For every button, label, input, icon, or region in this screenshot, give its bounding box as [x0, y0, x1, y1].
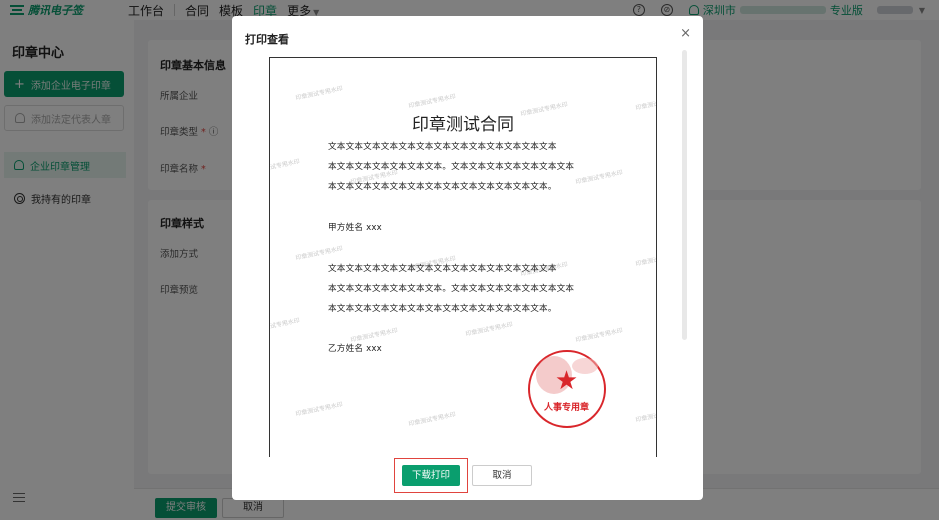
download-highlight-box: 下载打印 — [394, 458, 468, 493]
contract-document: 印章测试专用水印 印章测试专用水印 印章测试专用水印 印章测试专用水印 印章测试… — [269, 57, 657, 457]
watermark: 印章测试专用水印 — [408, 93, 457, 110]
watermark: 印章测试专用水印 — [465, 321, 514, 338]
document-text-line: 本文本文本文本文本文本文本文本文本文本文本文本文本。 — [328, 182, 557, 192]
watermark: 印章测试专用水印 — [269, 317, 301, 334]
star-icon: ★ — [554, 366, 579, 396]
watermark: 印章测试专用水印 — [295, 85, 344, 102]
watermark: 印章测试专用水印 — [635, 251, 657, 268]
watermark: 印章测试专用水印 — [295, 245, 344, 262]
modal-cancel-button[interactable]: 取消 — [472, 465, 532, 486]
watermark: 印章测试专用水印 — [295, 401, 344, 418]
document-title: 印章测试合同 — [412, 115, 514, 135]
document-text-line: 本文本文本文本文本文本文本。文本文本文本文本文本文本文本 — [328, 284, 575, 294]
company-seal-stamp: ★ 人事专用章 — [528, 350, 606, 428]
watermark: 印章测试专用水印 — [269, 158, 301, 175]
print-preview-modal: 打印查看 × 印章测试专用水印 印章测试专用水印 印章测试专用水印 印章测试专用… — [232, 16, 703, 500]
party-b-name: 乙方姓名 xxx — [328, 344, 382, 354]
close-icon[interactable]: × — [680, 26, 691, 41]
watermark: 印章测试专用水印 — [575, 169, 624, 186]
modal-footer: 下载打印 取消 — [232, 456, 703, 500]
seal-text: 人事专用章 — [543, 403, 589, 413]
watermark: 印章测试专用水印 — [635, 407, 657, 424]
watermark: 印章测试专用水印 — [408, 411, 457, 428]
download-print-button[interactable]: 下载打印 — [402, 465, 460, 486]
document-text-line: 本文本文本文本文本文本文本文本文本文本文本文本文本。 — [328, 304, 557, 314]
watermark: 印章测试专用水印 — [575, 327, 624, 344]
document-text-line: 文本文本文本文本文本文本文本文本文本文本文本文本文本 — [328, 142, 557, 152]
document-text-line: 文本文本文本文本文本文本文本文本文本文本文本文本文本 — [328, 264, 557, 274]
modal-title: 打印查看 — [245, 33, 289, 46]
document-text-line: 本文本文本文本文本文本文本。文本文本文本文本文本文本文本 — [328, 162, 575, 172]
scrollbar[interactable] — [682, 50, 687, 340]
party-a-name: 甲方姓名 xxx — [328, 223, 382, 233]
